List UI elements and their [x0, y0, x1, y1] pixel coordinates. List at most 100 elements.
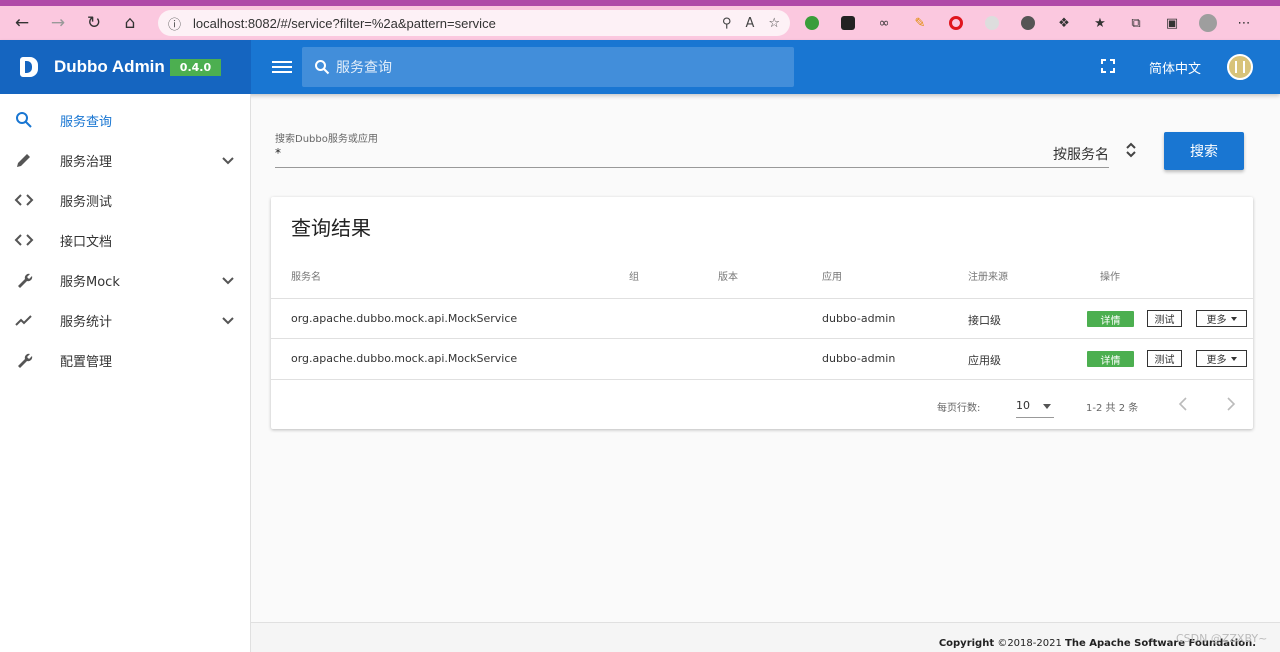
- results-title: 查询结果: [291, 216, 371, 240]
- column-header-app[interactable]: 应用: [822, 268, 842, 283]
- read-aloud-icon[interactable]: A: [745, 16, 754, 31]
- chevron-right-icon[interactable]: [1225, 396, 1237, 412]
- fullscreen-icon[interactable]: [1100, 58, 1116, 74]
- main-content: 搜索Dubbo服务或应用 * 按服务名 搜索 查询结果 服务名 组 版本 应用 …: [251, 94, 1280, 622]
- trending-icon: [15, 315, 32, 326]
- collections-icon[interactable]: ⧉: [1124, 11, 1148, 35]
- global-search-input[interactable]: 服务查询: [302, 47, 794, 87]
- extension-infinity-icon[interactable]: ∞: [872, 11, 896, 35]
- extensions-bar: ∞ ✎ ❖ ★ ⧉ ▣ ⋯: [800, 6, 1256, 40]
- caret-down-icon: [1230, 356, 1237, 361]
- brand[interactable]: Dubbo Admin 0.4.0: [0, 40, 251, 94]
- screenshot-icon[interactable]: ▣: [1160, 11, 1184, 35]
- app-title: Dubbo Admin: [54, 57, 165, 76]
- app-cell: dubbo-admin: [822, 352, 896, 365]
- sidebar-item-api-docs[interactable]: 接口文档: [0, 220, 250, 260]
- sidebar-item-label: 服务测试: [60, 194, 113, 210]
- column-header-source[interactable]: 注册来源: [968, 268, 1008, 283]
- app-cell: dubbo-admin: [822, 312, 896, 325]
- extension-dark-icon[interactable]: [836, 11, 860, 35]
- test-button[interactable]: 测试: [1147, 350, 1182, 367]
- watermark: CSDN @ZZXBY~: [1176, 632, 1268, 645]
- reload-icon[interactable]: ↻: [76, 6, 112, 40]
- chevron-down-icon[interactable]: [221, 313, 235, 327]
- pagination: 每页行数: 10 1-2 共 2 条: [271, 379, 1253, 429]
- search-field-label: 搜索Dubbo服务或应用: [275, 134, 378, 145]
- column-header-service[interactable]: 服务名: [291, 268, 321, 283]
- detail-button[interactable]: 详情: [1087, 351, 1134, 367]
- rows-per-page-value: 10: [1016, 399, 1030, 412]
- copyright-years: ©2018-2021: [997, 638, 1062, 649]
- service-name-cell: org.apache.dubbo.mock.api.MockService: [291, 312, 518, 325]
- search-icon: [315, 60, 330, 75]
- extensions-puzzle-icon[interactable]: ❖: [1052, 11, 1076, 35]
- code-icon: [14, 194, 34, 206]
- more-button-label: 更多: [1206, 315, 1227, 326]
- search-button[interactable]: 搜索: [1164, 132, 1244, 170]
- search-field-value[interactable]: *: [275, 146, 281, 160]
- app-header: Dubbo Admin 0.4.0 服务查询 简体中文: [0, 40, 1280, 94]
- language-switch[interactable]: 简体中文: [1149, 58, 1201, 77]
- sidebar-item-label: 接口文档: [60, 234, 113, 250]
- more-button[interactable]: 更多: [1196, 350, 1247, 367]
- column-header-version[interactable]: 版本: [718, 268, 738, 283]
- test-button[interactable]: 测试: [1147, 310, 1182, 327]
- results-card: 查询结果 服务名 组 版本 应用 注册来源 操作 org.apache.dubb…: [271, 197, 1253, 429]
- source-cell: 接口级: [968, 314, 1001, 327]
- chevron-down-icon[interactable]: [221, 153, 235, 167]
- service-search-field[interactable]: 搜索Dubbo服务或应用 * 按服务名: [275, 130, 1109, 168]
- copyright-prefix: Copyright: [938, 638, 995, 649]
- detail-button[interactable]: 详情: [1087, 311, 1134, 327]
- user-avatar[interactable]: [1227, 54, 1253, 80]
- forward-icon[interactable]: →: [40, 6, 76, 40]
- more-button-label: 更多: [1206, 355, 1227, 366]
- service-name-cell: org.apache.dubbo.mock.api.MockService: [291, 352, 518, 365]
- sidebar-item-label: 服务治理: [60, 154, 113, 170]
- hamburger-menu-icon[interactable]: [272, 55, 292, 79]
- sidebar-item-config-management[interactable]: 配置管理: [0, 340, 250, 380]
- unfold-icon[interactable]: [1125, 141, 1137, 159]
- extension-opera-icon[interactable]: [944, 11, 968, 35]
- extension-g-icon[interactable]: [1016, 11, 1040, 35]
- sidebar-item-service-query[interactable]: 服务查询: [0, 100, 250, 140]
- sidebar-item-service-mock[interactable]: 服务Mock: [0, 260, 250, 300]
- pencil-icon: [17, 154, 30, 167]
- info-icon[interactable]: ⓘ: [168, 14, 181, 33]
- more-menu-icon[interactable]: ⋯: [1232, 11, 1256, 35]
- browser-toolbar: ← → ↻ ⌂ ⓘ localhost:8082/#/service?filte…: [0, 6, 1280, 40]
- column-header-group[interactable]: 组: [629, 268, 639, 283]
- favorite-add-icon[interactable]: ☆: [768, 16, 780, 31]
- sidebar: 服务查询 服务治理 服务测试 接口文档 服务Mock 服务统计 配置管理: [0, 94, 251, 652]
- sidebar-item-label: 服务统计: [60, 314, 113, 330]
- search-mode-select[interactable]: 按服务名: [1053, 144, 1109, 164]
- caret-down-icon: [1043, 404, 1051, 409]
- more-button[interactable]: 更多: [1196, 310, 1247, 327]
- rows-per-page-select[interactable]: 10: [1016, 394, 1054, 418]
- extension-globe-icon[interactable]: [800, 11, 824, 35]
- favorites-icon[interactable]: ★: [1088, 11, 1112, 35]
- address-bar[interactable]: ⓘ localhost:8082/#/service?filter=%2a&pa…: [158, 10, 790, 36]
- table-row: org.apache.dubbo.mock.api.MockService du…: [271, 338, 1253, 378]
- extension-circle-icon[interactable]: [980, 11, 1004, 35]
- sidebar-item-service-governance[interactable]: 服务治理: [0, 140, 250, 180]
- caret-down-icon: [1230, 316, 1237, 321]
- sidebar-item-label: 服务查询: [60, 114, 113, 130]
- wrench-icon: [18, 353, 33, 368]
- chevron-left-icon[interactable]: [1177, 396, 1189, 412]
- rows-per-page-label: 每页行数:: [937, 403, 981, 414]
- key-icon[interactable]: ⚲: [722, 16, 732, 31]
- sidebar-item-label: 服务Mock: [60, 274, 120, 290]
- profile-icon[interactable]: [1196, 11, 1220, 35]
- search-placeholder: 服务查询: [336, 60, 392, 76]
- version-badge: 0.4.0: [169, 58, 222, 76]
- chevron-down-icon[interactable]: [221, 273, 235, 287]
- url-text: localhost:8082/#/service?filter=%2a&patt…: [193, 15, 496, 31]
- code-icon: [14, 234, 34, 246]
- sidebar-item-service-stats[interactable]: 服务统计: [0, 300, 250, 340]
- wrench-icon: [18, 273, 33, 288]
- table-row: org.apache.dubbo.mock.api.MockService du…: [271, 298, 1253, 338]
- back-icon[interactable]: ←: [4, 6, 40, 40]
- extension-pen-icon[interactable]: ✎: [908, 11, 932, 35]
- home-icon[interactable]: ⌂: [112, 6, 148, 40]
- sidebar-item-service-test[interactable]: 服务测试: [0, 180, 250, 220]
